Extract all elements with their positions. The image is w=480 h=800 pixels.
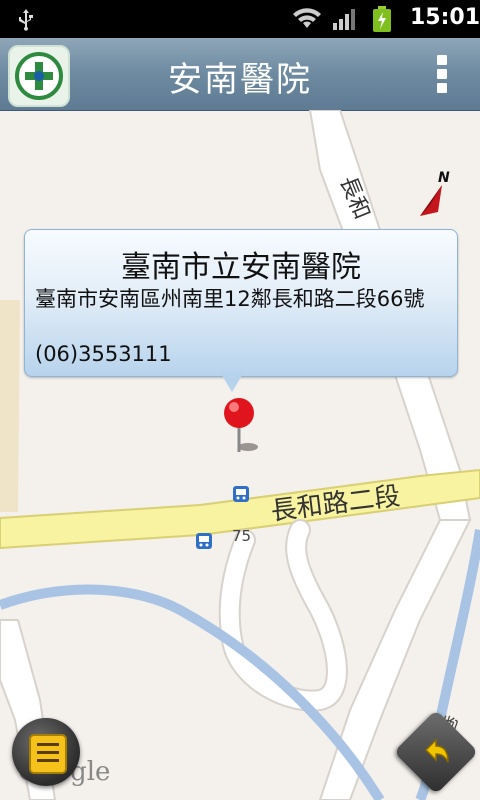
usb-icon — [19, 9, 33, 31]
compass-north-label: N — [438, 170, 450, 186]
list-button[interactable] — [12, 718, 80, 786]
place-name: 臺南市立安南醫院 — [121, 250, 361, 285]
wifi-icon — [293, 8, 321, 28]
signal-icon — [333, 9, 355, 30]
battery-charging-icon — [373, 6, 391, 32]
list-icon — [29, 734, 67, 774]
status-bar: 15:01 — [0, 0, 480, 38]
status-time: 15:01 — [410, 5, 480, 30]
app-bar: 安南醫院 — [0, 38, 480, 111]
place-phone[interactable]: (06)3553111 — [35, 342, 172, 366]
overflow-menu-icon[interactable] — [430, 52, 454, 98]
compass-icon — [420, 185, 442, 216]
place-info-callout[interactable]: 臺南市立安南醫院 臺南市安南區州南里12鄰長和路二段66號 (06)355311… — [24, 229, 458, 377]
page-title: 安南醫院 — [168, 60, 312, 100]
back-arrow-icon — [424, 738, 449, 763]
map-view[interactable]: N 長和路二段 長和 75 巷 Google — [0, 110, 480, 800]
road-label-main: 長和路二段 — [269, 481, 402, 527]
land-area — [0, 300, 20, 512]
map-canvas: N 長和路二段 長和 75 巷 Google — [0, 110, 480, 800]
map-pin-icon[interactable] — [224, 398, 258, 452]
road-75 — [220, 521, 346, 710]
place-address: 臺南市安南區州南里12鄰長和路二段66號 — [35, 287, 425, 311]
bus-stop-icon[interactable] — [196, 533, 212, 549]
bus-stop-icon[interactable] — [233, 486, 249, 502]
road-number-label: 75 — [232, 527, 251, 545]
callout-pointer — [220, 372, 244, 392]
